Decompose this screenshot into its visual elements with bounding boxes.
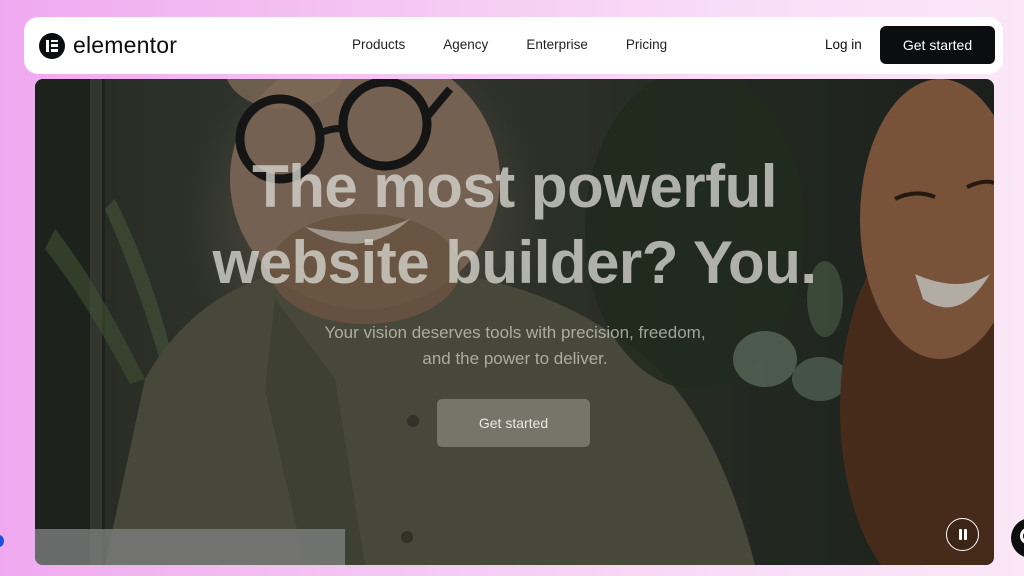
hero-subtitle: Your vision deserves tools with precisio…	[265, 320, 765, 372]
hero-subtitle-line-1: Your vision deserves tools with precisio…	[324, 323, 706, 342]
top-navbar: elementor Products Agency Enterprise Pri…	[24, 17, 1003, 74]
login-link[interactable]: Log in	[825, 37, 862, 52]
get-started-button-hero[interactable]: Get started	[437, 399, 590, 447]
get-started-button-nav[interactable]: Get started	[880, 26, 995, 64]
hero-title-line-1: The most powerful	[252, 153, 777, 220]
nav-links: Products Agency Enterprise Pricing	[352, 37, 705, 52]
nav-link-products[interactable]: Products	[352, 37, 405, 52]
nav-link-agency[interactable]: Agency	[443, 37, 488, 52]
hero-section: The most powerful website builder? You. …	[35, 79, 994, 565]
elementor-logo-icon	[39, 32, 65, 59]
chat-icon	[1020, 528, 1024, 544]
hero-subtitle-line-2: and the power to deliver.	[422, 349, 608, 368]
video-pause-button[interactable]	[946, 518, 979, 551]
pause-icon	[958, 529, 962, 540]
brand-logo[interactable]: elementor	[39, 32, 177, 59]
hero-title-line-2: website builder? You.	[212, 229, 817, 296]
nav-link-enterprise[interactable]: Enterprise	[526, 37, 588, 52]
nav-link-pricing[interactable]: Pricing	[626, 37, 667, 52]
brand-name: elementor	[73, 32, 178, 58]
side-indicator-dot	[0, 535, 4, 547]
chat-widget-button[interactable]	[1011, 518, 1024, 558]
hero-title: The most powerful website builder? You.	[35, 149, 994, 301]
